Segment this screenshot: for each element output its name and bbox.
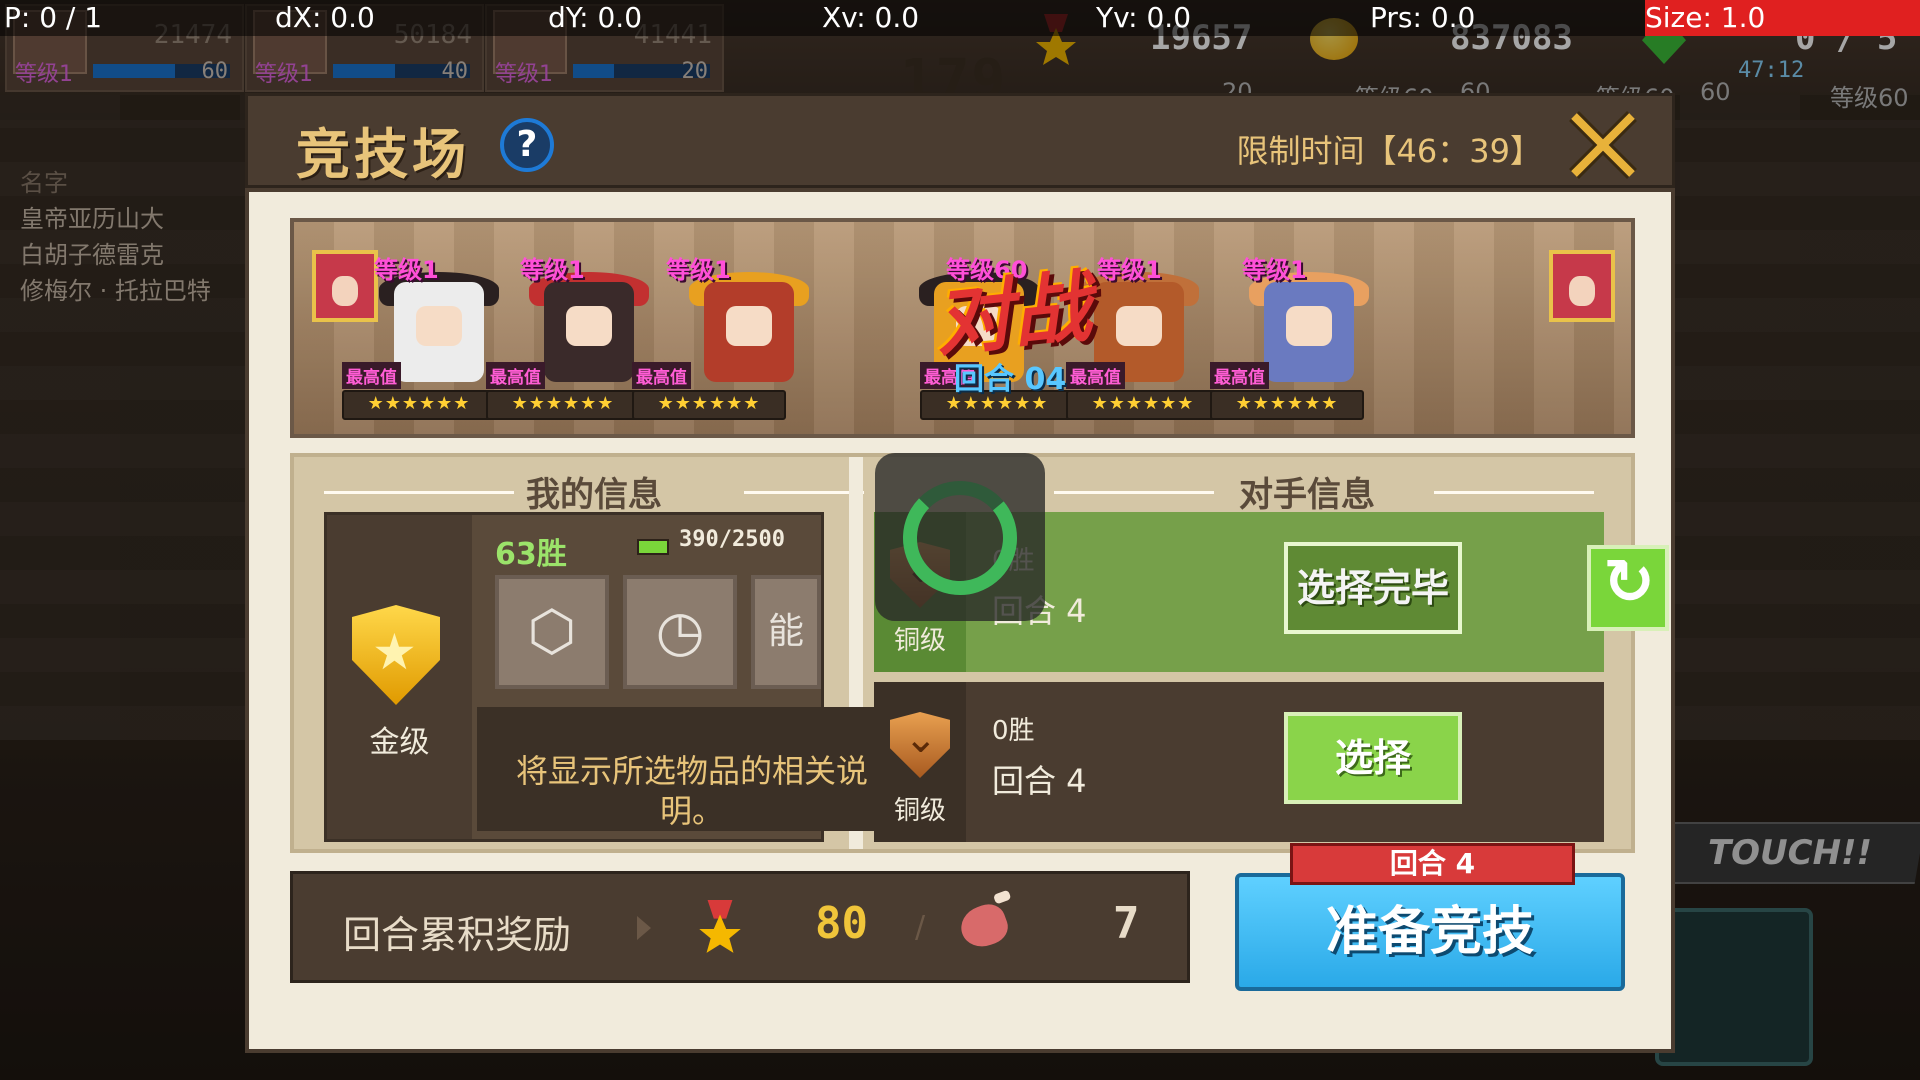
star-rating: ★★★★★★	[1210, 390, 1364, 420]
debug-pointer: P: 0 / 1	[4, 1, 103, 34]
hero-level-tag: 等级1	[374, 256, 439, 284]
battle-banner: 等级1 等级1 等级1 等级60 等级1 等级1 最高值 最高值 最高值 最高值…	[290, 218, 1635, 438]
my-wins: 63胜	[495, 537, 567, 572]
loading-overlay	[875, 453, 1045, 621]
item-description-box: 将显示所选物品的相关说明。	[477, 707, 917, 831]
arrow-right-icon	[637, 916, 651, 940]
item-slot-ability[interactable]: 能	[751, 575, 821, 689]
opponent-tier: 铜级	[893, 626, 946, 656]
limit-time: 限制时间【46：39】	[1236, 132, 1542, 170]
reward-meat: 7	[1113, 898, 1140, 949]
my-rank-column: 金级	[327, 515, 472, 839]
star-rating: ★★★★★★	[342, 390, 496, 420]
item-description: 将显示所选物品的相关说明。	[515, 752, 868, 830]
max-tag: 最高值	[632, 362, 691, 389]
opponent-info-title: 对手信息	[1239, 475, 1375, 515]
player-portrait	[312, 250, 378, 322]
hero-level-tag: 等级1	[1097, 256, 1162, 284]
reward-separator: /	[915, 910, 926, 945]
reward-label: 回合累积奖励	[343, 913, 572, 957]
my-tier-label: 金级	[369, 725, 430, 760]
debug-size: Size: 1.0	[1645, 0, 1920, 36]
refresh-icon[interactable]	[1587, 545, 1669, 631]
versus-title: 对战	[930, 262, 1096, 368]
max-tag: 最高值	[1210, 362, 1269, 389]
max-tag: 最高值	[486, 362, 545, 389]
divider-line	[744, 491, 864, 494]
debug-dx: dX: 0.0	[275, 1, 375, 34]
divider-line	[324, 491, 514, 494]
pointer-debug-bar: P: 0 / 1 dX: 0.0 dY: 0.0 Xv: 0.0 Yv: 0.0…	[0, 0, 1920, 36]
cube-add-icon: ⬡	[527, 599, 577, 664]
round-ribbon: 回合 4	[1290, 843, 1575, 885]
reward-medals: 80	[815, 898, 868, 949]
hero-level-tag: 等级1	[666, 256, 731, 284]
debug-prs: Prs: 0.0	[1370, 1, 1476, 34]
star-rating: ★★★★★★	[1066, 390, 1220, 420]
select-done-button[interactable]: 选择完毕	[1284, 542, 1462, 634]
ability-up-icon: 能	[767, 611, 804, 652]
ready-area: 回合 4 准备竞技	[1235, 843, 1630, 993]
hero-level-tag: 等级1	[520, 256, 585, 284]
round-reward-bar: 回合累积奖励 80 / 7	[290, 871, 1190, 983]
loading-spinner-icon	[903, 481, 1017, 595]
item-slot-timer[interactable]: ◷	[623, 575, 737, 689]
round-tag: 回合 04	[954, 362, 1067, 397]
divider-line	[1054, 491, 1214, 494]
bronze-shield-icon	[890, 712, 950, 778]
debug-xv: Xv: 0.0	[822, 1, 920, 34]
star-rating: ★★★★★★	[486, 390, 640, 420]
debug-yv: Yv: 0.0	[1096, 1, 1192, 34]
medal-icon	[699, 900, 741, 953]
stopwatch-icon: ◷	[655, 599, 705, 664]
debug-dy: dY: 0.0	[548, 1, 643, 34]
help-icon[interactable]: ?	[500, 118, 554, 172]
modal-title: 竞技场	[296, 123, 470, 186]
opponent-portrait	[1549, 250, 1615, 322]
meat-icon	[955, 899, 1013, 953]
my-info-title: 我的信息	[526, 475, 662, 515]
ready-battle-button[interactable]: 准备竞技	[1235, 873, 1625, 991]
hero-level-tag: 等级1	[1242, 256, 1307, 284]
xp-text: 390/2500	[679, 527, 785, 552]
xp-bar	[637, 539, 669, 555]
gold-shield-icon	[352, 605, 440, 705]
select-opponent-button[interactable]: 选择	[1284, 712, 1462, 804]
opponent-card-2[interactable]: 铜级 0胜 回合 4 选择	[874, 682, 1604, 842]
opponent-rank-column: 铜级	[874, 682, 966, 842]
divider-line	[1434, 491, 1594, 494]
opponent-tier: 铜级	[893, 796, 946, 826]
opponent-wins: 0胜	[992, 716, 1035, 746]
star-rating: ★★★★★★	[632, 390, 786, 420]
max-tag: 最高值	[1066, 362, 1125, 389]
max-tag: 最高值	[342, 362, 401, 389]
my-info-card: 金级 63胜 390/2500 ⬡ ◷ 能 将显示所选物品的相关说明。	[324, 512, 917, 842]
opponent-round: 回合 4	[992, 762, 1087, 800]
modal-header: 竞技场 ? 限制时间【46：39】	[245, 93, 1675, 188]
close-icon[interactable]	[1564, 106, 1642, 184]
item-slot-cube[interactable]: ⬡	[495, 575, 609, 689]
